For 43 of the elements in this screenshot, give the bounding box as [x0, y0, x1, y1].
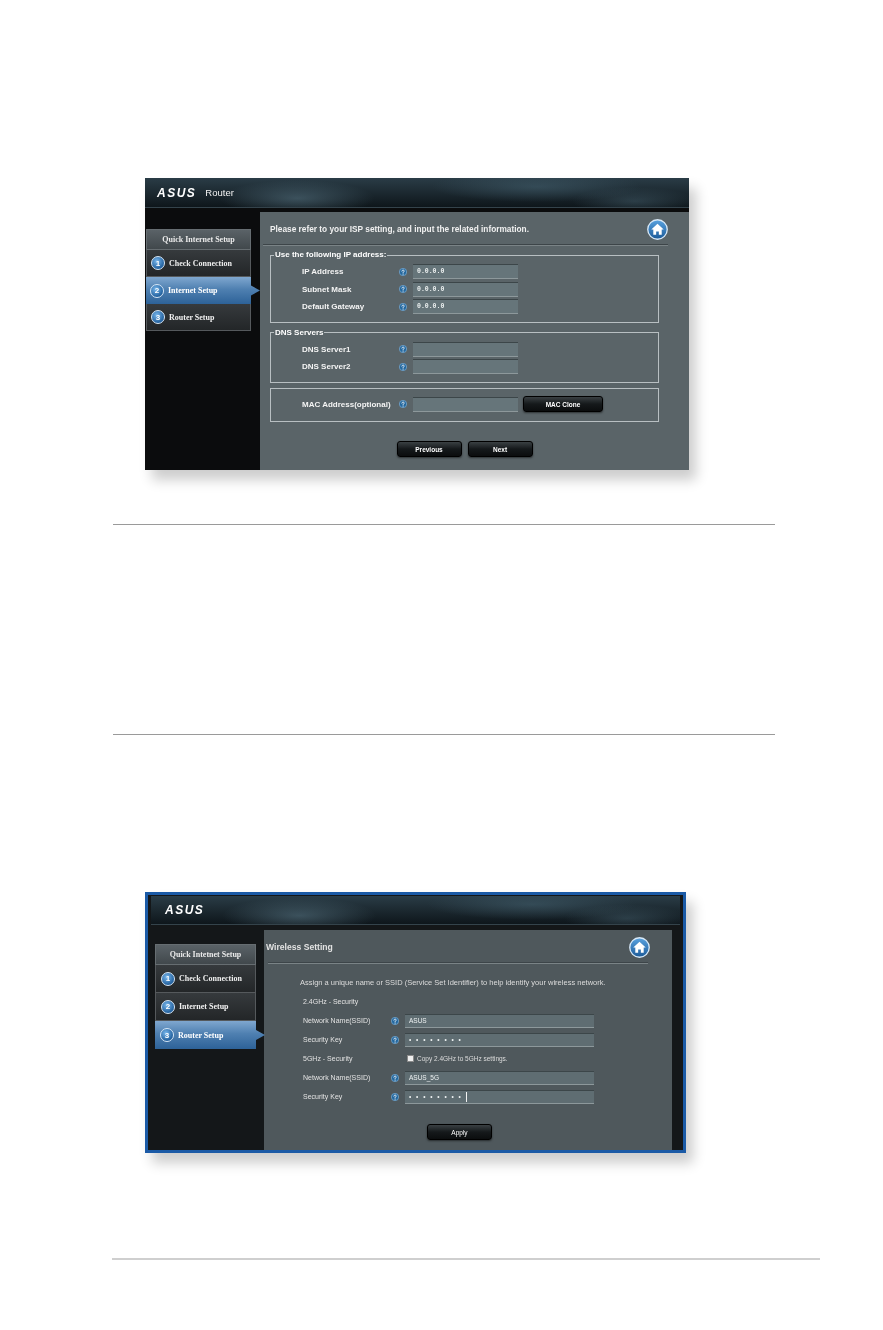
- product-name: Router: [205, 187, 234, 198]
- checkbox[interactable]: [407, 1055, 414, 1062]
- field-label: DNS Server1: [302, 344, 352, 354]
- step-number: 2: [161, 999, 175, 1014]
- help-icon[interactable]: [391, 1073, 399, 1082]
- field-label: Subnet Mask: [302, 284, 353, 294]
- sidebar-item[interactable]: 2 Internet Setup: [146, 277, 260, 304]
- brand-logo: ASUS: [157, 185, 197, 200]
- step-number: 2: [150, 283, 164, 298]
- help-icon[interactable]: [399, 267, 407, 276]
- sidebar-item[interactable]: 2 Internet Setup: [155, 993, 256, 1021]
- group-legend: Use the following IP address:: [274, 250, 388, 260]
- help-icon[interactable]: [399, 345, 407, 354]
- text-field[interactable]: [413, 359, 518, 375]
- step-number: 1: [151, 256, 165, 270]
- field-label: IP Address: [302, 267, 345, 277]
- sidebar-item[interactable]: 3 Router Setup: [155, 1021, 265, 1049]
- sidebar-title: Quick Intetnet Setup: [155, 944, 256, 965]
- text-field[interactable]: [413, 396, 518, 412]
- group-legend: DNS Servers: [274, 327, 325, 338]
- field-label: DNS Server2: [302, 362, 352, 372]
- sidebar-item[interactable]: 1 Check Connection: [146, 250, 251, 277]
- sidebar-item[interactable]: 3 Router Setup: [146, 304, 251, 331]
- step-number: 1: [161, 971, 175, 986]
- home-icon[interactable]: [629, 936, 650, 958]
- home-icon[interactable]: [647, 218, 668, 240]
- panel-title: Wireless Setting: [266, 942, 333, 952]
- sidebar-title: Quick Internet Setup: [146, 229, 251, 250]
- step-number: 3: [160, 1028, 174, 1042]
- panel-title: Please refer to your ISP setting, and input the related information.: [270, 224, 529, 234]
- help-icon[interactable]: [399, 285, 407, 294]
- sidebar-item[interactable]: 1 Check Connection: [155, 965, 256, 993]
- help-icon[interactable]: [391, 1092, 399, 1101]
- help-icon[interactable]: [399, 362, 407, 371]
- help-icon[interactable]: [391, 1035, 399, 1044]
- field-label: MAC Address(optional): [302, 399, 392, 409]
- help-icon[interactable]: [391, 1016, 399, 1025]
- help-icon[interactable]: [399, 400, 407, 409]
- brand-logo: ASUS: [165, 903, 205, 917]
- help-icon[interactable]: [399, 302, 407, 311]
- field-label: Default Gateway: [302, 302, 366, 312]
- step-number: 3: [151, 310, 165, 324]
- text-field[interactable]: [413, 341, 518, 357]
